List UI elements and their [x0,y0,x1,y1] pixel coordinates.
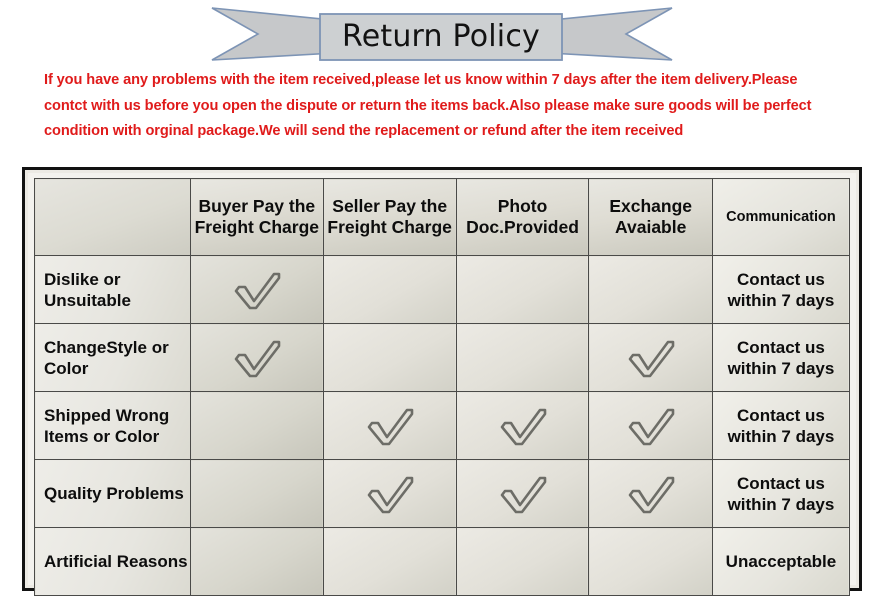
row-label-changestyle: ChangeStyle or Color [34,323,191,392]
cell-artificial-seller-pay [322,527,457,596]
check-mark-icon [628,476,674,513]
cell-artificial-exchange [588,527,713,596]
cell-shipped-wrong-communication: Contact us within 7 days [711,391,851,460]
cell-changestyle-photo-doc [455,323,590,392]
cell-shipped-wrong-seller-pay [322,391,457,460]
row-label-shipped-wrong: Shipped Wrong Items or Color [34,391,191,460]
cell-changestyle-buyer-pay [189,323,324,392]
cell-artificial-buyer-pay [189,527,324,596]
table-row: Quality Problems Contact us within 7 day… [34,459,851,528]
cell-quality-seller-pay [322,459,457,528]
cell-dislike-seller-pay [322,255,457,324]
return-policy-banner: Return Policy [0,0,884,68]
table-row: Artificial Reasons Unacceptable [34,527,851,596]
page-title: Return Policy [342,18,540,54]
check-mark-icon [500,408,546,445]
header-cell-blank [34,178,191,256]
check-mark-icon [367,476,413,513]
check-mark-icon [234,340,281,377]
cell-shipped-wrong-buyer-pay [189,391,324,460]
header-cell-buyer-pay: Buyer Pay the Freight Charge [189,178,324,256]
table-header: Buyer Pay the Freight Charge Seller Pay … [34,178,851,256]
table-body: Dislike or Unsuitable Contact us within … [34,255,851,596]
cell-quality-buyer-pay [189,459,324,528]
check-mark-icon [367,408,413,445]
cell-changestyle-communication: Contact us within 7 days [711,323,851,392]
cell-shipped-wrong-photo-doc [455,391,590,460]
cell-shipped-wrong-exchange [588,391,713,460]
table-header-row: Buyer Pay the Freight Charge Seller Pay … [34,178,851,256]
header-cell-communication: Communication [711,178,851,256]
cell-changestyle-exchange [588,323,713,392]
row-label-dislike: Dislike or Unsuitable [34,255,191,324]
cell-dislike-buyer-pay [189,255,324,324]
header-cell-exchange: Exchange Avaiable [588,178,713,256]
header-cell-seller-pay: Seller Pay the Freight Charge [322,178,457,256]
return-policy-table-frame: Buyer Pay the Freight Charge Seller Pay … [22,167,862,596]
cell-quality-communication: Contact us within 7 days [711,459,851,528]
row-label-artificial-reasons: Artificial Reasons [34,527,191,596]
return-policy-table: Buyer Pay the Freight Charge Seller Pay … [34,178,851,596]
check-mark-icon [628,408,674,445]
table-row: Dislike or Unsuitable Contact us within … [34,255,851,324]
row-label-quality-problems: Quality Problems [34,459,191,528]
cell-artificial-communication: Unacceptable [711,527,851,596]
check-mark-icon [234,272,281,309]
policy-note-text: If you have any problems with the item r… [44,72,812,139]
cell-quality-photo-doc [455,459,590,528]
cell-artificial-photo-doc [455,527,590,596]
return-policy-table-inner: Buyer Pay the Freight Charge Seller Pay … [28,173,856,596]
header-cell-photo-doc: Photo Doc.Provided [455,178,590,256]
table-row: ChangeStyle or Color Contact us within 7… [34,323,851,392]
cell-dislike-photo-doc [455,255,590,324]
check-mark-icon [500,476,546,513]
cell-quality-exchange [588,459,713,528]
cell-changestyle-seller-pay [322,323,457,392]
cell-dislike-exchange [588,255,713,324]
cell-dislike-communication: Contact us within 7 days [711,255,851,324]
check-mark-icon [628,340,674,377]
table-row: Shipped Wrong Items or Color Contact us … [34,391,851,460]
